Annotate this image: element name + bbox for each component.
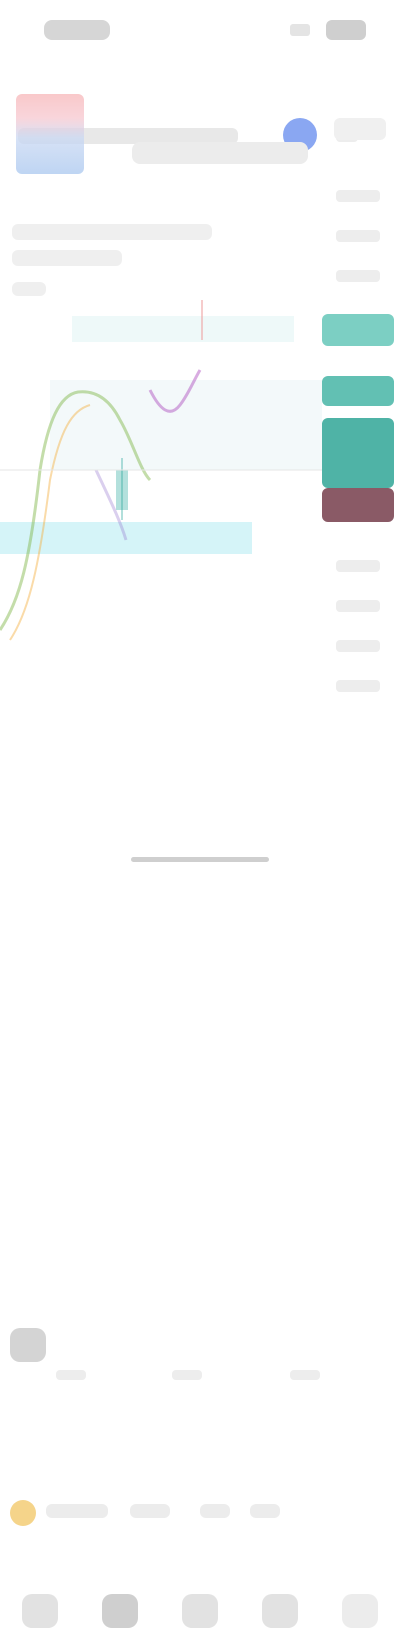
info-chip[interactable] [46,1504,108,1518]
info-chip[interactable] [130,1504,170,1518]
home-icon[interactable] [22,1594,58,1628]
indicator-legend[interactable] [12,224,212,240]
info-chip[interactable] [200,1504,230,1518]
ideas-icon[interactable] [262,1594,298,1628]
time-tick [56,1370,86,1380]
price-tag-bullish [322,376,394,406]
price-chart[interactable] [0,300,322,680]
status-bar [0,0,400,60]
indicator-legend[interactable] [12,250,122,266]
highlight-band [72,316,294,342]
watchlist-icon[interactable] [102,1594,138,1628]
interval-button[interactable] [132,142,308,164]
axis-tick [336,230,380,242]
price-axis[interactable] [322,170,394,730]
home-indicator [131,857,269,862]
indicator-toggle[interactable] [12,282,46,296]
menu-icon[interactable] [342,1594,378,1628]
timeframe-chip[interactable] [334,118,386,140]
battery-icon [326,20,366,40]
symbol-logo-icon [16,94,84,174]
time-axis[interactable] [0,660,400,1380]
axis-tick [336,640,380,652]
time-tick [290,1370,320,1380]
price-tag-bullish [322,418,394,488]
info-row [0,748,400,1526]
drawing-tools-icon[interactable] [10,1328,46,1362]
time-tick [172,1370,202,1380]
status-time [44,20,110,40]
info-icon[interactable] [10,1500,36,1526]
axis-tick [336,560,380,572]
tab-bar [0,794,400,1628]
chart-icon[interactable] [182,1594,218,1628]
signal-icon [290,24,310,36]
price-tag-bullish [322,314,394,346]
price-tag-bearish [322,488,394,522]
info-chip[interactable] [250,1504,280,1518]
axis-tick [336,190,380,202]
axis-tick [336,270,380,282]
axis-tick [336,600,380,612]
